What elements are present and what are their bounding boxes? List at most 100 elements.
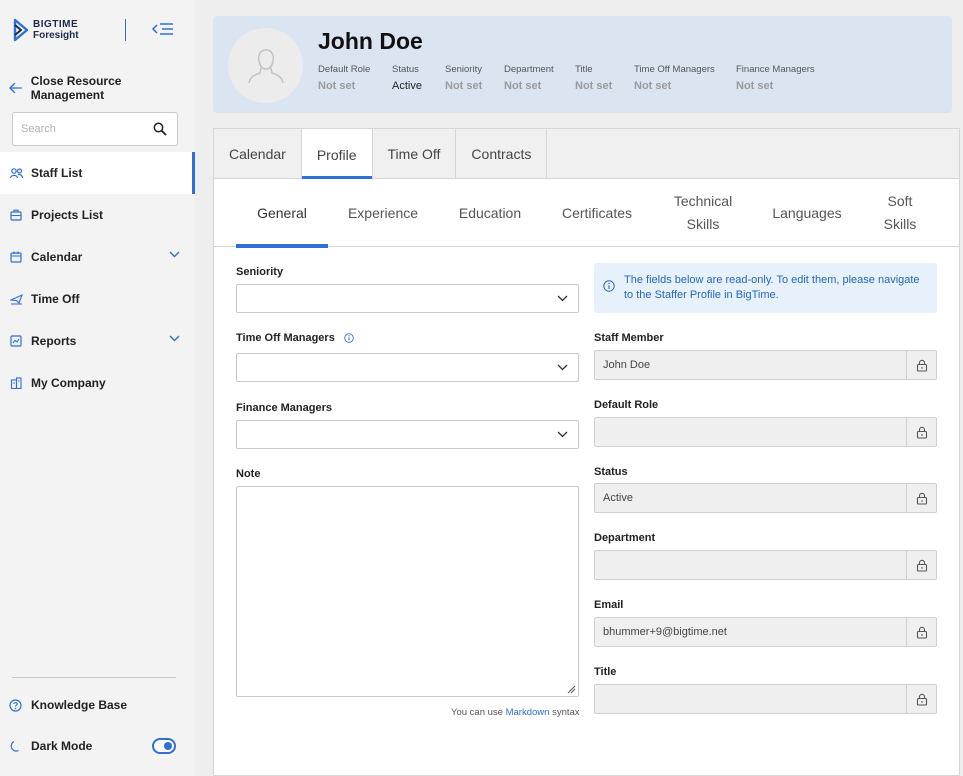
subtab-experience[interactable]: Experience bbox=[341, 179, 425, 247]
sidebar-item-time-off[interactable]: Time Off bbox=[0, 278, 195, 320]
subtab-soft-skills[interactable]: Soft Skills bbox=[874, 179, 926, 247]
meta-department: Department Not set bbox=[504, 64, 554, 92]
dark-mode-row: Dark Mode bbox=[9, 739, 92, 753]
meta-label: Finance Managers bbox=[736, 64, 815, 75]
toggle-knob bbox=[164, 742, 172, 750]
tab-time-off[interactable]: Time Off bbox=[373, 129, 457, 179]
title-field bbox=[594, 684, 937, 714]
sidebar-nav: Staff List Projects List Calendar Time O… bbox=[0, 152, 195, 404]
lock-icon bbox=[916, 492, 927, 505]
plane-icon bbox=[9, 292, 23, 306]
markdown-link[interactable]: Markdown bbox=[506, 707, 550, 718]
sidebar-item-calendar[interactable]: Calendar bbox=[0, 236, 195, 278]
meta-finance-managers: Finance Managers Not set bbox=[736, 64, 815, 92]
collapse-sidebar-button[interactable] bbox=[151, 20, 175, 38]
meta-value: Not set bbox=[445, 80, 483, 92]
chevron-down-icon bbox=[557, 431, 568, 438]
meta-label: Time Off Managers bbox=[634, 64, 715, 75]
finance-managers-select[interactable] bbox=[236, 420, 579, 449]
search-icon[interactable] bbox=[153, 122, 167, 136]
bigtime-logo[interactable]: BIGTIME Foresight bbox=[13, 18, 79, 42]
arrow-left-icon bbox=[9, 82, 22, 94]
sidebar-item-staff-list[interactable]: Staff List bbox=[0, 152, 195, 194]
sidebar-item-label: Staff List bbox=[31, 166, 83, 180]
time-off-managers-select[interactable] bbox=[236, 353, 579, 382]
field-value: Active bbox=[603, 492, 633, 504]
meta-time-off-managers: Time Off Managers Not set bbox=[634, 64, 715, 92]
field-value: John Doe bbox=[603, 359, 651, 371]
people-icon bbox=[9, 166, 23, 180]
markdown-hint-suffix: syntax bbox=[552, 707, 580, 718]
sidebar-item-projects-list[interactable]: Projects List bbox=[0, 194, 195, 236]
field-value: bhummer+9@bigtime.net bbox=[603, 626, 727, 638]
collapse-menu-icon bbox=[151, 23, 173, 35]
meta-seniority: Seniority Not set bbox=[445, 64, 482, 92]
calendar-icon bbox=[9, 250, 23, 264]
close-resource-management-link[interactable]: Close Resource Management bbox=[9, 74, 195, 102]
seniority-label: Seniority bbox=[236, 266, 284, 278]
seniority-select[interactable] bbox=[236, 284, 579, 313]
subtab-technical-skills[interactable]: Technical Skills bbox=[666, 179, 740, 247]
markdown-hint: You can use Markdown syntax bbox=[451, 707, 580, 718]
knowledge-base-link[interactable]: Knowledge Base bbox=[9, 698, 127, 712]
knowledge-base-label: Knowledge Base bbox=[31, 698, 128, 712]
title-label: Title bbox=[594, 666, 617, 678]
subtab-education[interactable]: Education bbox=[452, 179, 528, 247]
readonly-info-banner: The fields below are read-only. To edit … bbox=[594, 263, 937, 313]
chevron-down-icon[interactable] bbox=[169, 335, 180, 342]
default-role-field bbox=[594, 417, 937, 447]
sidebar: BIGTIME Foresight Close Resource Managem… bbox=[0, 0, 195, 776]
meta-default-role: Default Role Not set bbox=[318, 64, 370, 92]
subtab-certificates[interactable]: Certificates bbox=[554, 179, 640, 247]
markdown-hint-prefix: You can use bbox=[451, 707, 503, 718]
status-field: Active bbox=[594, 483, 937, 513]
sidebar-item-my-company[interactable]: My Company bbox=[0, 362, 195, 404]
meta-value: Not set bbox=[575, 80, 613, 92]
meta-title: Title Not set bbox=[575, 64, 612, 92]
subtab-general[interactable]: General bbox=[236, 179, 328, 248]
status-label: Status bbox=[594, 466, 628, 478]
report-icon bbox=[9, 334, 23, 348]
search-input[interactable] bbox=[13, 113, 143, 145]
profile-panel: Calendar Profile Time Off Contracts Gene… bbox=[213, 128, 960, 776]
meta-value: Not set bbox=[318, 80, 356, 92]
meta-value: Not set bbox=[736, 80, 774, 92]
tab-contracts[interactable]: Contracts bbox=[456, 129, 548, 179]
chevron-down-icon[interactable] bbox=[169, 251, 180, 258]
user-placeholder-icon bbox=[247, 48, 284, 83]
staff-member-field: John Doe bbox=[594, 350, 937, 380]
lock-icon bbox=[916, 359, 927, 372]
help-circle-icon bbox=[9, 698, 22, 712]
meta-value: Not set bbox=[504, 80, 542, 92]
briefcase-icon bbox=[9, 208, 23, 222]
tab-profile[interactable]: Profile bbox=[301, 129, 373, 180]
chevron-down-icon bbox=[557, 295, 568, 302]
lock-icon bbox=[916, 693, 927, 706]
lock-icon bbox=[916, 559, 927, 572]
dark-mode-label: Dark Mode bbox=[31, 739, 93, 753]
lock-icon bbox=[916, 626, 927, 639]
resize-handle-icon[interactable] bbox=[567, 685, 576, 694]
meta-label: Status bbox=[392, 64, 419, 75]
sidebar-item-label: Time Off bbox=[31, 292, 80, 306]
dark-mode-toggle[interactable] bbox=[152, 738, 176, 754]
tab-calendar[interactable]: Calendar bbox=[214, 129, 302, 179]
lock-icon bbox=[916, 426, 927, 439]
meta-value: Not set bbox=[634, 80, 672, 92]
note-textarea[interactable] bbox=[236, 486, 579, 697]
profile-subtabs: General Experience Education Certificate… bbox=[214, 179, 959, 248]
logo-line2: Foresight bbox=[33, 30, 79, 41]
search-box bbox=[12, 112, 178, 146]
meta-label: Seniority bbox=[445, 64, 482, 75]
moon-icon bbox=[10, 740, 19, 752]
building-icon bbox=[9, 376, 23, 390]
readonly-info-text: The fields below are read-only. To edit … bbox=[624, 274, 920, 301]
sidebar-item-reports[interactable]: Reports bbox=[0, 320, 195, 362]
department-field bbox=[594, 550, 937, 580]
sidebar-item-label: Reports bbox=[31, 334, 77, 348]
info-icon[interactable] bbox=[344, 333, 354, 343]
main-tabs: Calendar Profile Time Off Contracts bbox=[214, 129, 959, 180]
time-off-managers-label: Time Off Managers bbox=[236, 332, 335, 344]
subtab-languages[interactable]: Languages bbox=[766, 179, 848, 247]
sidebar-item-label: My Company bbox=[31, 376, 106, 390]
